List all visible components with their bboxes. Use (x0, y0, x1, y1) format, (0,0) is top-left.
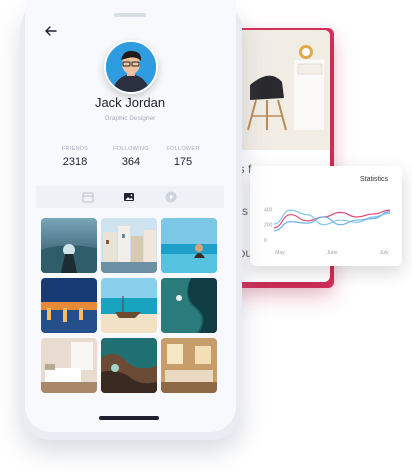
x-tick-label: July (380, 250, 389, 256)
avatar[interactable] (104, 40, 158, 94)
gallery-photo-8[interactable] (101, 338, 157, 393)
x-tick-label: May (275, 250, 285, 256)
play-icon[interactable] (164, 190, 178, 204)
stat-follower[interactable]: FOLLOWER 175 (154, 146, 212, 168)
stat-label: FOLLOWING (113, 146, 149, 152)
stat-value: 175 (173, 156, 193, 168)
gallery-photo-9[interactable] (161, 338, 217, 393)
gallery-photo-2[interactable] (101, 218, 157, 273)
calendar-icon[interactable] (81, 190, 95, 204)
statistics-chart: 0 200 400 May June July (264, 207, 391, 256)
gallery-photo-4[interactable] (41, 278, 97, 333)
back-arrow-icon[interactable] (44, 24, 58, 38)
chair-photo (232, 30, 330, 150)
stat-value: 2318 (62, 156, 88, 168)
profile-name: Jack Jordan (94, 95, 166, 110)
stat-label: FOLLOWER (166, 146, 200, 152)
stat-label: FRIENDS (61, 146, 89, 152)
stat-value: 364 (121, 156, 141, 168)
phone-speaker (114, 13, 146, 17)
x-tick-label: June (327, 250, 338, 256)
stat-following[interactable]: FOLLOWING 364 (102, 146, 160, 168)
image-icon[interactable] (122, 190, 136, 204)
y-tick-label: 200 (264, 223, 273, 229)
profile-role: Graphic Designer (104, 115, 156, 122)
home-indicator (99, 416, 159, 420)
series-line-2 (273, 209, 391, 226)
stat-friends[interactable]: FRIENDS 2318 (46, 146, 104, 168)
y-tick-label: 0 (264, 238, 267, 244)
gallery-photo-6[interactable] (161, 278, 217, 333)
statistics-card: Statistics 0 200 400 May June July (250, 166, 402, 266)
y-tick-label: 400 (264, 207, 273, 213)
gallery-photo-3[interactable] (161, 218, 217, 273)
gallery-photo-5[interactable] (101, 278, 157, 333)
gallery-photo-7[interactable] (41, 338, 97, 393)
gallery-photo-1[interactable] (41, 218, 97, 273)
